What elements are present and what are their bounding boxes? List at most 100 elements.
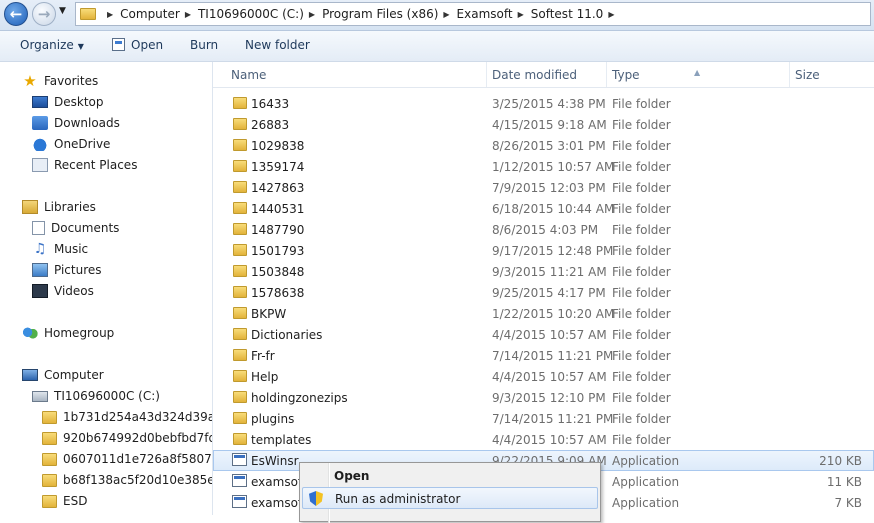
nav-videos[interactable]: Videos [32,281,94,301]
nav-subfolder[interactable]: 920b674992d0bebfbd7fdd [42,428,213,448]
nav-subfolder[interactable]: ESD [42,491,87,511]
crumb-softest[interactable]: Softest 11.0 [531,7,604,21]
nav-desktop[interactable]: Desktop [32,92,104,112]
recent-places-icon [32,158,48,172]
cell-name: holdingzonezips [251,391,348,405]
folder-icon [42,410,57,424]
navigation-pane: ★ Favorites Desktop Downloads OneDrive Re… [0,62,213,515]
organize-button[interactable]: Organize ▼ [20,38,84,52]
folder-row[interactable]: holdingzonezips 9/3/2015 12:10 PM File fol… [213,387,874,408]
nav-recent-places[interactable]: Recent Places [32,155,137,175]
folder-row[interactable]: plugins 7/14/2015 11:21 PM File folder [213,408,874,429]
chevron-right-icon[interactable]: ▶ [309,10,315,19]
menu-item-label: Open [334,469,370,483]
cell-date: 4/4/2015 10:57 AM [492,433,607,447]
forward-button[interactable]: → [32,2,56,26]
column-divider[interactable] [486,62,487,87]
folder-row[interactable]: Fr-fr 7/14/2015 11:21 PM File folder [213,345,874,366]
desktop-icon [32,96,48,108]
cell-date: 3/25/2015 4:38 PM [492,97,606,111]
folder-row[interactable]: templates 4/4/2015 10:57 AM File folder [213,429,874,450]
cell-name: plugins [251,412,295,426]
folder-row[interactable]: Help 4/4/2015 10:57 AM File folder [213,366,874,387]
cell-name: 1029838 [251,139,305,153]
column-divider[interactable] [606,62,607,87]
recent-pages-dropdown-icon[interactable]: ▼ [59,6,66,16]
cell-date: 9/3/2015 11:21 AM [492,265,607,279]
cell-name: 1503848 [251,265,305,279]
folder-row[interactable]: 1487790 8/6/2015 4:03 PM File folder [213,219,874,240]
open-button[interactable]: Open [112,38,163,52]
menu-item-open[interactable]: Open [302,465,598,487]
folder-icon [233,181,247,193]
nav-label: TI10696000C (C:) [54,389,160,403]
cell-name: EsWinsr [251,454,299,468]
folder-row[interactable]: 1578638 9/25/2015 4:17 PM File folder [213,282,874,303]
folder-row[interactable]: 16433 3/25/2015 4:38 PM File folder [213,93,874,114]
column-header-name[interactable]: Name [231,68,266,82]
cell-name: 1487790 [251,223,305,237]
folder-icon [42,431,57,445]
folder-row[interactable]: 1440531 6/18/2015 10:44 AM File folder [213,198,874,219]
folder-icon [233,223,247,235]
folder-row[interactable]: BKPW 1/22/2015 10:20 AM File folder [213,303,874,324]
music-icon: ♫ [33,241,47,257]
cell-type: File folder [612,391,671,405]
nav-computer[interactable]: Computer [22,365,104,385]
nav-pictures[interactable]: Pictures [32,260,102,280]
nav-subfolder[interactable]: b68f138ac5f20d10e385e4029 [42,470,212,490]
nav-favorites[interactable]: ★ Favorites [22,71,98,91]
folder-row[interactable]: 26883 4/15/2015 9:18 AM File folder [213,114,874,135]
cell-type: File folder [612,412,671,426]
cell-date: 8/6/2015 4:03 PM [492,223,599,237]
crumb-computer[interactable]: Computer [120,7,180,21]
chevron-right-icon[interactable]: ▶ [608,10,614,19]
cell-type: Application [612,496,680,510]
folder-row[interactable]: 1503848 9/3/2015 11:21 AM File folder [213,261,874,282]
back-button[interactable]: ← [4,2,28,26]
folder-icon [233,244,247,256]
cell-type: File folder [612,286,671,300]
computer-icon [22,369,38,381]
menu-item-run-as-administrator[interactable]: Run as administrator [302,487,598,509]
nav-drive-c[interactable]: TI10696000C (C:) [32,386,160,406]
nav-libraries[interactable]: Libraries [22,197,96,217]
arrow-right-icon: → [37,5,51,23]
cell-date: 8/26/2015 3:01 PM [492,139,606,153]
cell-name: templates [251,433,312,447]
folder-row[interactable]: 1501793 9/17/2015 12:48 PM File folder [213,240,874,261]
nav-downloads[interactable]: Downloads [32,113,120,133]
folder-row[interactable]: 1427863 7/9/2015 12:03 PM File folder [213,177,874,198]
cell-type: File folder [612,370,671,384]
application-icon [232,474,247,487]
folder-row[interactable]: Dictionaries 4/4/2015 10:57 AM File folder [213,324,874,345]
crumb-examsoft[interactable]: Examsoft [457,7,513,21]
column-divider[interactable] [789,62,790,87]
chevron-right-icon[interactable]: ▶ [185,10,191,19]
folder-row[interactable]: 1359174 1/12/2015 10:57 AM File folder [213,156,874,177]
nav-label: 920b674992d0bebfbd7fdd [63,431,213,445]
nav-subfolder[interactable]: 1b731d254a43d324d39a4368 [42,407,212,427]
nav-label: Favorites [44,74,99,88]
crumb-drive[interactable]: TI10696000C (C:) [198,7,304,21]
nav-documents[interactable]: Documents [32,218,119,238]
breadcrumb[interactable]: ▶ Computer ▶ TI10696000C (C:) ▶ Program … [75,2,871,26]
nav-homegroup[interactable]: Homegroup [22,323,114,343]
cloud-icon [32,137,48,151]
chevron-right-icon[interactable]: ▶ [107,10,113,19]
folder-row[interactable]: 1029838 8/26/2015 3:01 PM File folder [213,135,874,156]
new-folder-button[interactable]: New folder [245,38,310,52]
chevron-right-icon[interactable]: ▶ [518,10,524,19]
library-icon [22,200,38,214]
nav-subfolder[interactable]: 0607011d1e726a8f5807be112 [42,449,212,469]
chevron-right-icon[interactable]: ▶ [443,10,449,19]
nav-onedrive[interactable]: OneDrive [32,134,110,154]
crumb-program-files[interactable]: Program Files (x86) [322,7,438,21]
column-header-date[interactable]: Date modified [492,68,577,82]
burn-button[interactable]: Burn [190,38,218,52]
nav-music[interactable]: ♫ Music [32,239,88,259]
menu-item-label: Run as administrator [335,492,461,506]
column-header-type[interactable]: Type [612,68,640,82]
cell-date: 4/4/2015 10:57 AM [492,328,607,342]
column-header-size[interactable]: Size [795,68,820,82]
